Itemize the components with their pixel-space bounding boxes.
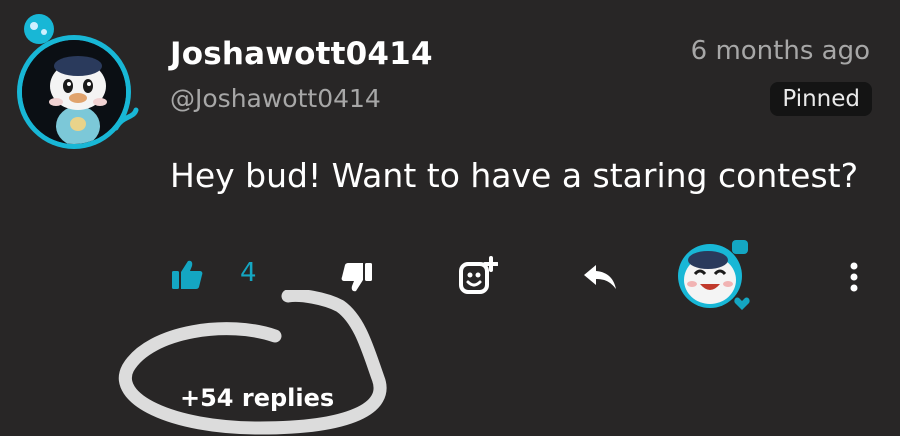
thumbs-down-icon[interactable] [340, 260, 374, 294]
like-count: 4 [240, 258, 257, 288]
tail-decoration-icon [113, 107, 139, 131]
oshawott-avatar-image [22, 40, 126, 144]
timestamp: 6 months ago [690, 36, 870, 66]
username[interactable]: Joshawott0414 [170, 36, 433, 72]
comment-text: Hey bud! Want to have a staring contest? [170, 156, 859, 195]
avatar[interactable] [22, 40, 126, 144]
creator-heart-icon [678, 240, 752, 314]
sticker-add-icon[interactable] [458, 256, 498, 296]
hand-drawn-circle-annotation [119, 290, 387, 435]
user-handle: @Joshawott0414 [170, 84, 381, 113]
reply-arrow-icon[interactable] [582, 262, 618, 292]
more-vertical-icon[interactable] [842, 260, 866, 294]
replies-button[interactable]: +54 replies [180, 384, 334, 412]
thumbs-up-icon[interactable] [170, 258, 204, 292]
bubble-badge-icon [24, 14, 54, 44]
pinned-badge: Pinned [770, 82, 872, 116]
